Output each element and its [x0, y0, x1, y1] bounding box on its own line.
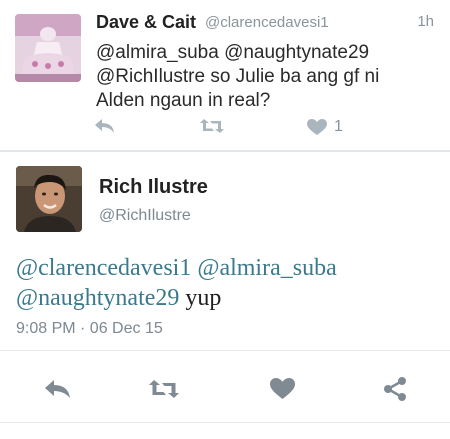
tweet-actions: 1	[0, 112, 450, 140]
user-handle[interactable]: @RichIlustre	[99, 207, 191, 225]
tweet-text: @clarencedavesi1 @almira_suba @naughtyna…	[16, 253, 436, 313]
divider	[0, 422, 450, 423]
heart-icon[interactable]	[270, 378, 295, 400]
reply-icon[interactable]	[94, 118, 116, 134]
tweet-text-line: Alden ngaun in real?	[96, 90, 271, 111]
share-icon[interactable]	[383, 377, 407, 401]
tweet-text-line: @RichIlustre so Julie ba ang gf ni	[96, 66, 380, 87]
mention-link[interactable]: @naughtynate29	[16, 285, 179, 311]
tweet-text: @almira_suba @naughtynate29 @RichIlustre…	[96, 41, 426, 113]
like-count: 1	[334, 118, 343, 135]
tweet-text-line: @almira_suba @naughtynate29	[96, 42, 370, 63]
display-name[interactable]: Rich Ilustre	[99, 176, 208, 199]
tweet-text-line: @naughtynate29 yup	[16, 283, 436, 313]
retweet-icon[interactable]	[148, 379, 180, 399]
heart-icon[interactable]	[307, 119, 327, 136]
avatar[interactable]	[16, 166, 82, 232]
divider	[0, 350, 450, 351]
user-handle[interactable]: @clarencedavesi1	[205, 14, 329, 31]
display-name[interactable]: Dave & Cait	[96, 12, 196, 33]
tweet-text-tail: yup	[185, 285, 222, 311]
tweet-timestamp: 9:08 PM · 06 Dec 15	[16, 320, 163, 337]
tweet-actions	[0, 374, 450, 404]
mention-link[interactable]: @clarencedavesi1	[16, 255, 191, 281]
reply-tweet-card[interactable]: Rich Ilustre @RichIlustre @clarencedaves…	[0, 152, 450, 439]
mention-link[interactable]: @almira_suba	[197, 255, 336, 281]
reply-icon[interactable]	[44, 379, 72, 399]
tweet-card[interactable]: Dave & Cait @clarencedavesi1 1h @almira_…	[0, 0, 450, 150]
avatar[interactable]	[15, 14, 81, 82]
tweet-text-line: @clarencedavesi1 @almira_suba	[16, 253, 436, 283]
tweet-time: 1h	[417, 13, 434, 30]
retweet-icon[interactable]	[199, 118, 225, 134]
